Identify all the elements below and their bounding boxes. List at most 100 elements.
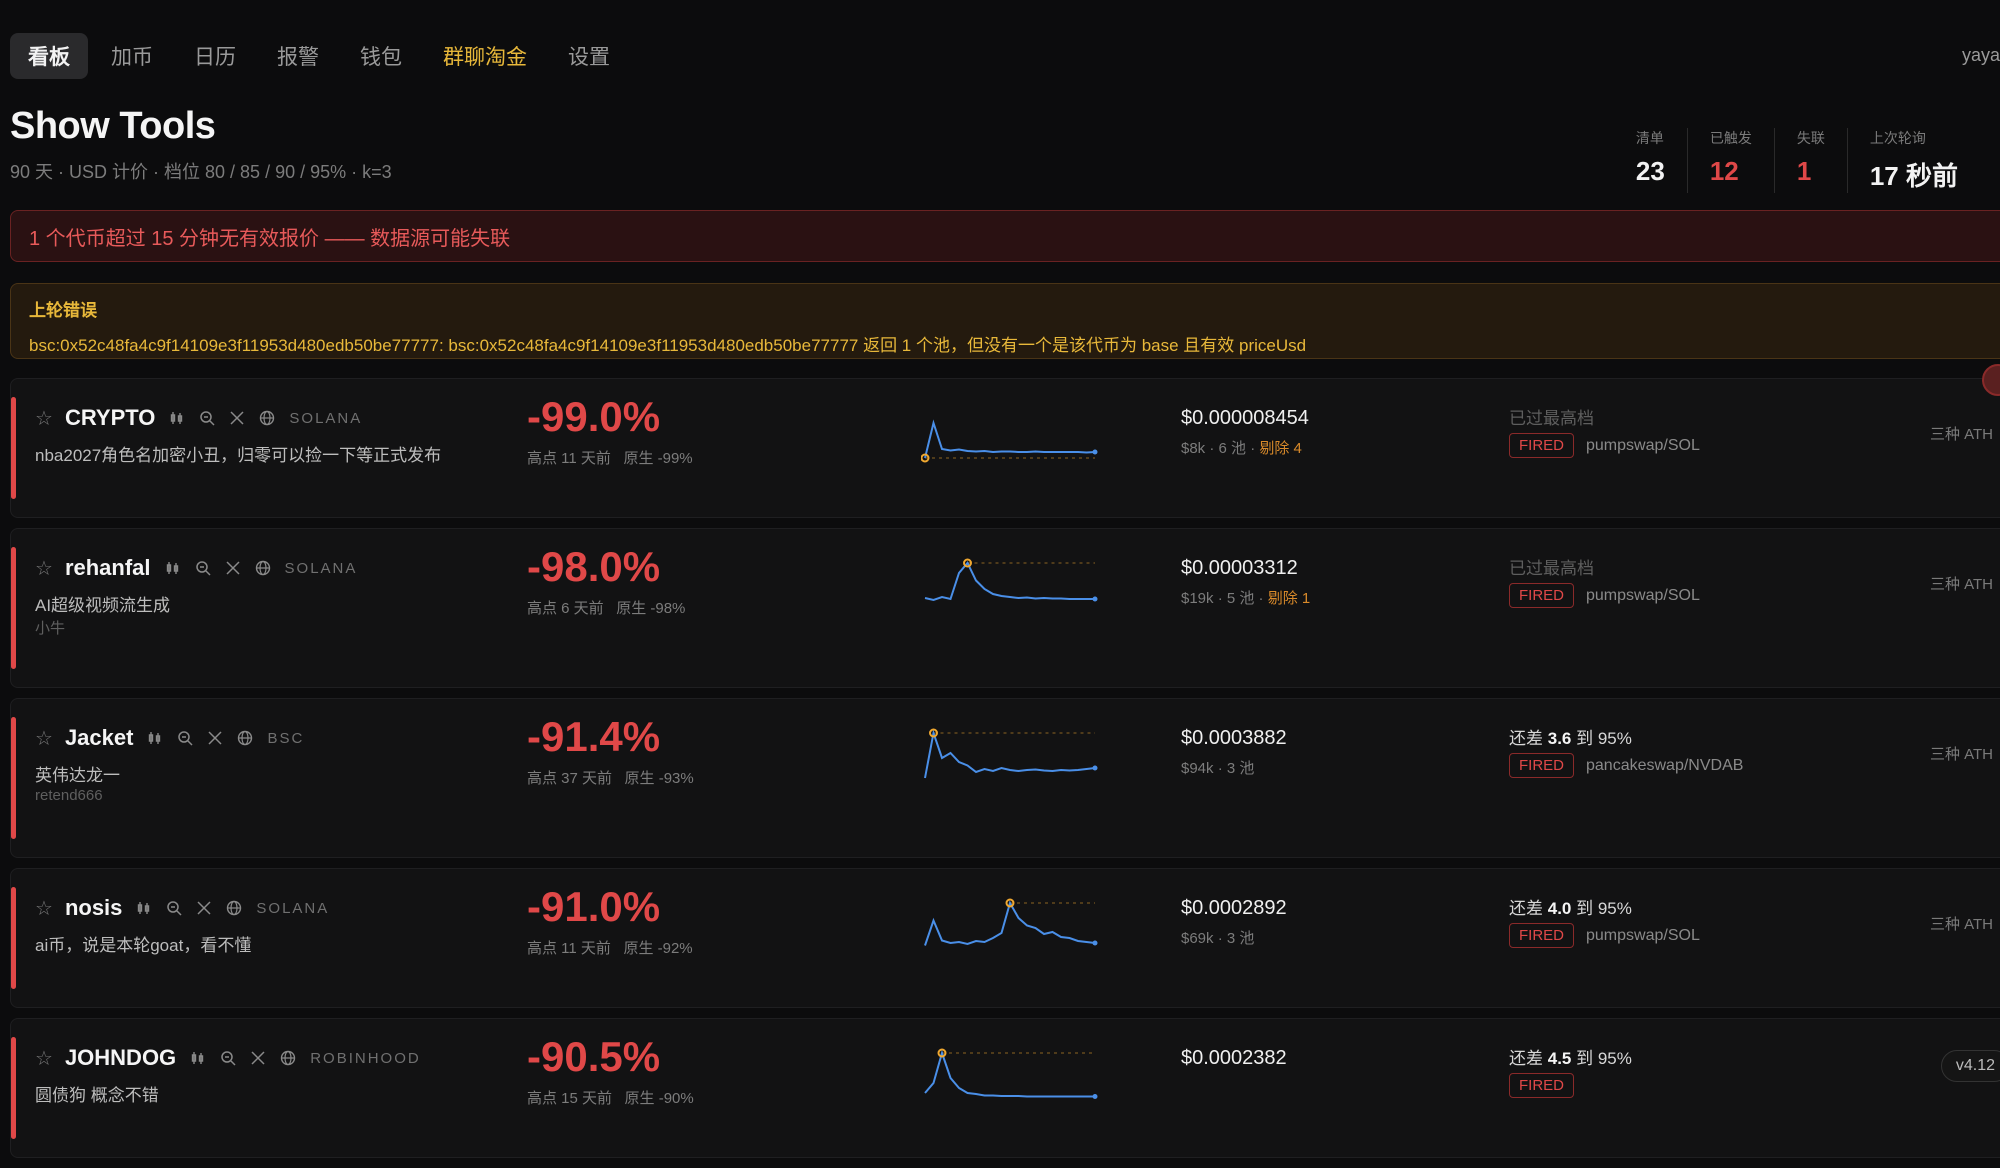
peak-time: 高点 6 天前 [527, 600, 604, 617]
token-symbol[interactable]: nosis [65, 895, 122, 921]
token-symbol[interactable]: Jacket [65, 725, 134, 751]
tier-status: 已过最高档 [1509, 404, 1594, 429]
search-zoom-icon[interactable] [220, 1050, 236, 1066]
chain-label: SOLANA [256, 899, 330, 917]
x-twitter-icon[interactable] [225, 560, 241, 576]
sparkline [924, 898, 1098, 946]
token-row[interactable]: ☆ nosis SOLANA ai币，说是本轮goat，看不懂 -91.0% 高点 11 … [10, 868, 2000, 1008]
candlestick-icon[interactable] [165, 560, 181, 576]
last-price-marker [1092, 596, 1098, 602]
token-head: ☆ JOHNDOG ROBINHOOD [35, 1045, 421, 1071]
fired-badge: FIRED [1509, 753, 1574, 778]
x-twitter-icon[interactable] [250, 1050, 266, 1066]
search-zoom-icon[interactable] [166, 900, 182, 916]
token-symbol[interactable]: CRYPTO [65, 405, 155, 431]
candlestick-icon[interactable] [169, 410, 185, 426]
tab-dashboard[interactable]: 看板 [10, 33, 88, 79]
search-zoom-icon[interactable] [177, 730, 193, 746]
pool-meta: $19k · 5 池 · 剔除 1 [1181, 587, 1310, 608]
pool-name[interactable]: pancakeswap/NVDAB [1586, 757, 1743, 775]
token-desc: 英伟达龙一 [35, 766, 120, 785]
stat-watchlist: 清单 23 [1614, 128, 1687, 193]
tier-status-prefix: 还差 [1509, 729, 1548, 748]
x-twitter-icon[interactable] [196, 900, 212, 916]
stat-value: 17 秒前 [1869, 161, 1958, 191]
drawdown-pct: -99.0% [527, 393, 661, 440]
chain-label: ROBINHOOD [310, 1049, 421, 1067]
pool-removed: 剔除 1 [1267, 590, 1311, 607]
token-head: ☆ nosis SOLANA [35, 895, 329, 921]
tier-status-prefix: 还差 [1509, 1049, 1548, 1068]
token-desc: AI超级视频流生成 [35, 596, 171, 615]
tier-status: 已过最高档 [1509, 554, 1594, 579]
tier-status-suffix: 到 95% [1571, 899, 1632, 918]
star-icon[interactable]: ☆ [35, 726, 53, 751]
tab-settings[interactable]: 设置 [550, 33, 628, 79]
pool-name[interactable]: pumpswap/SOL [1586, 437, 1700, 455]
fired-row: FIRED pumpswap/SOL [1509, 433, 1700, 458]
token-author: retend666 [35, 787, 103, 804]
sparkline-path [924, 900, 1096, 946]
token-head: ☆ Jacket BSC [35, 725, 304, 751]
globe-icon[interactable] [226, 900, 242, 916]
pool-removed: 剔除 4 [1259, 440, 1302, 457]
ath-label: 三种 ATH [1929, 746, 1993, 763]
tab-add-coin[interactable]: 加币 [93, 33, 171, 79]
pool-name[interactable]: pumpswap/SOL [1586, 587, 1700, 605]
globe-icon[interactable] [280, 1050, 296, 1066]
globe-icon[interactable] [259, 410, 275, 426]
token-desc: nba2027角色名加密小丑，归零可以捡一下等正式发布 [35, 446, 442, 465]
tier-status: 还差 4.0 到 95% [1509, 894, 1632, 919]
token-price: $0.000008454 [1181, 407, 1309, 429]
alert-bar [11, 887, 16, 989]
stat-value: 1 [1796, 156, 1812, 186]
stat-label: 上次轮询 [1869, 130, 1926, 146]
version-badge: v4.12 [1940, 1050, 2000, 1082]
star-icon[interactable]: ☆ [35, 406, 53, 431]
ath-label: 三种 ATH [1929, 916, 1993, 933]
star-icon[interactable]: ☆ [35, 556, 53, 581]
x-twitter-icon[interactable] [229, 410, 245, 426]
globe-icon[interactable] [237, 730, 253, 746]
tab-wallet[interactable]: 钱包 [342, 33, 420, 79]
page-title: Show Tools [10, 105, 216, 147]
candlestick-icon[interactable] [147, 730, 163, 746]
token-row[interactable]: ☆ CRYPTO SOLANA nba2027角色名加密小丑，归零可以捡一下等正式发布… [10, 378, 2000, 518]
pool-name[interactable]: pumpswap/SOL [1586, 927, 1700, 945]
token-row[interactable]: ☆ Jacket BSC 英伟达龙一 retend666 -91.4% 高点 37 天前 原… [10, 698, 2000, 858]
tab-calendar[interactable]: 日历 [176, 33, 254, 79]
sparkline [924, 1048, 1098, 1099]
sparkline-path [924, 1049, 1095, 1098]
token-symbol[interactable]: JOHNDOG [65, 1045, 176, 1071]
tier-status-prefix: 已过最高档 [1509, 559, 1594, 578]
x-twitter-icon[interactable] [207, 730, 223, 746]
tab-group-chat[interactable]: 群聊淘金 [425, 33, 545, 79]
last-price-marker [1092, 940, 1098, 946]
globe-icon[interactable] [255, 560, 271, 576]
tier-status-prefix: 已过最高档 [1509, 409, 1594, 428]
pool-meta: $94k · 3 池 [1181, 757, 1254, 778]
pool-meta-text: $69k · 3 池 [1181, 930, 1255, 947]
fired-badge: FIRED [1509, 583, 1574, 608]
error-alert-body: bsc:0x52c48fa4c9f14109e3f11953d480edb50b… [29, 336, 1307, 355]
token-row[interactable]: ☆ JOHNDOG ROBINHOOD 圆债狗 概念不错 -90.5% 高点 15 天前 … [10, 1018, 2000, 1158]
token-row[interactable]: ☆ rehanfal SOLANA AI超级视频流生成 小牛 -98.0% 高点 6 天前 … [10, 528, 2000, 688]
search-zoom-icon[interactable] [195, 560, 211, 576]
tier-status: 还差 3.6 到 95% [1509, 724, 1632, 749]
user-name[interactable]: yaya [1962, 45, 2000, 66]
tier-status-suffix: 到 95% [1571, 729, 1632, 748]
candlestick-icon[interactable] [136, 900, 152, 916]
star-icon[interactable]: ☆ [35, 896, 53, 921]
star-icon[interactable]: ☆ [35, 1046, 53, 1071]
tier-status: 还差 4.5 到 95% [1509, 1044, 1632, 1069]
tab-alerts[interactable]: 报警 [259, 33, 337, 79]
ath-label: 三种 ATH [1929, 426, 1993, 443]
fired-row: FIRED pancakeswap/NVDAB [1509, 753, 1743, 778]
native-change: 原生 -90% [624, 1090, 694, 1107]
native-change: 原生 -98% [616, 600, 686, 617]
drawdown-pct: -98.0% [527, 543, 661, 590]
token-symbol[interactable]: rehanfal [65, 555, 151, 581]
candlestick-icon[interactable] [190, 1050, 206, 1066]
search-zoom-icon[interactable] [199, 410, 215, 426]
stale-alert: 1 个代币超过 15 分钟无有效报价 —— 数据源可能失联 [10, 210, 2000, 262]
